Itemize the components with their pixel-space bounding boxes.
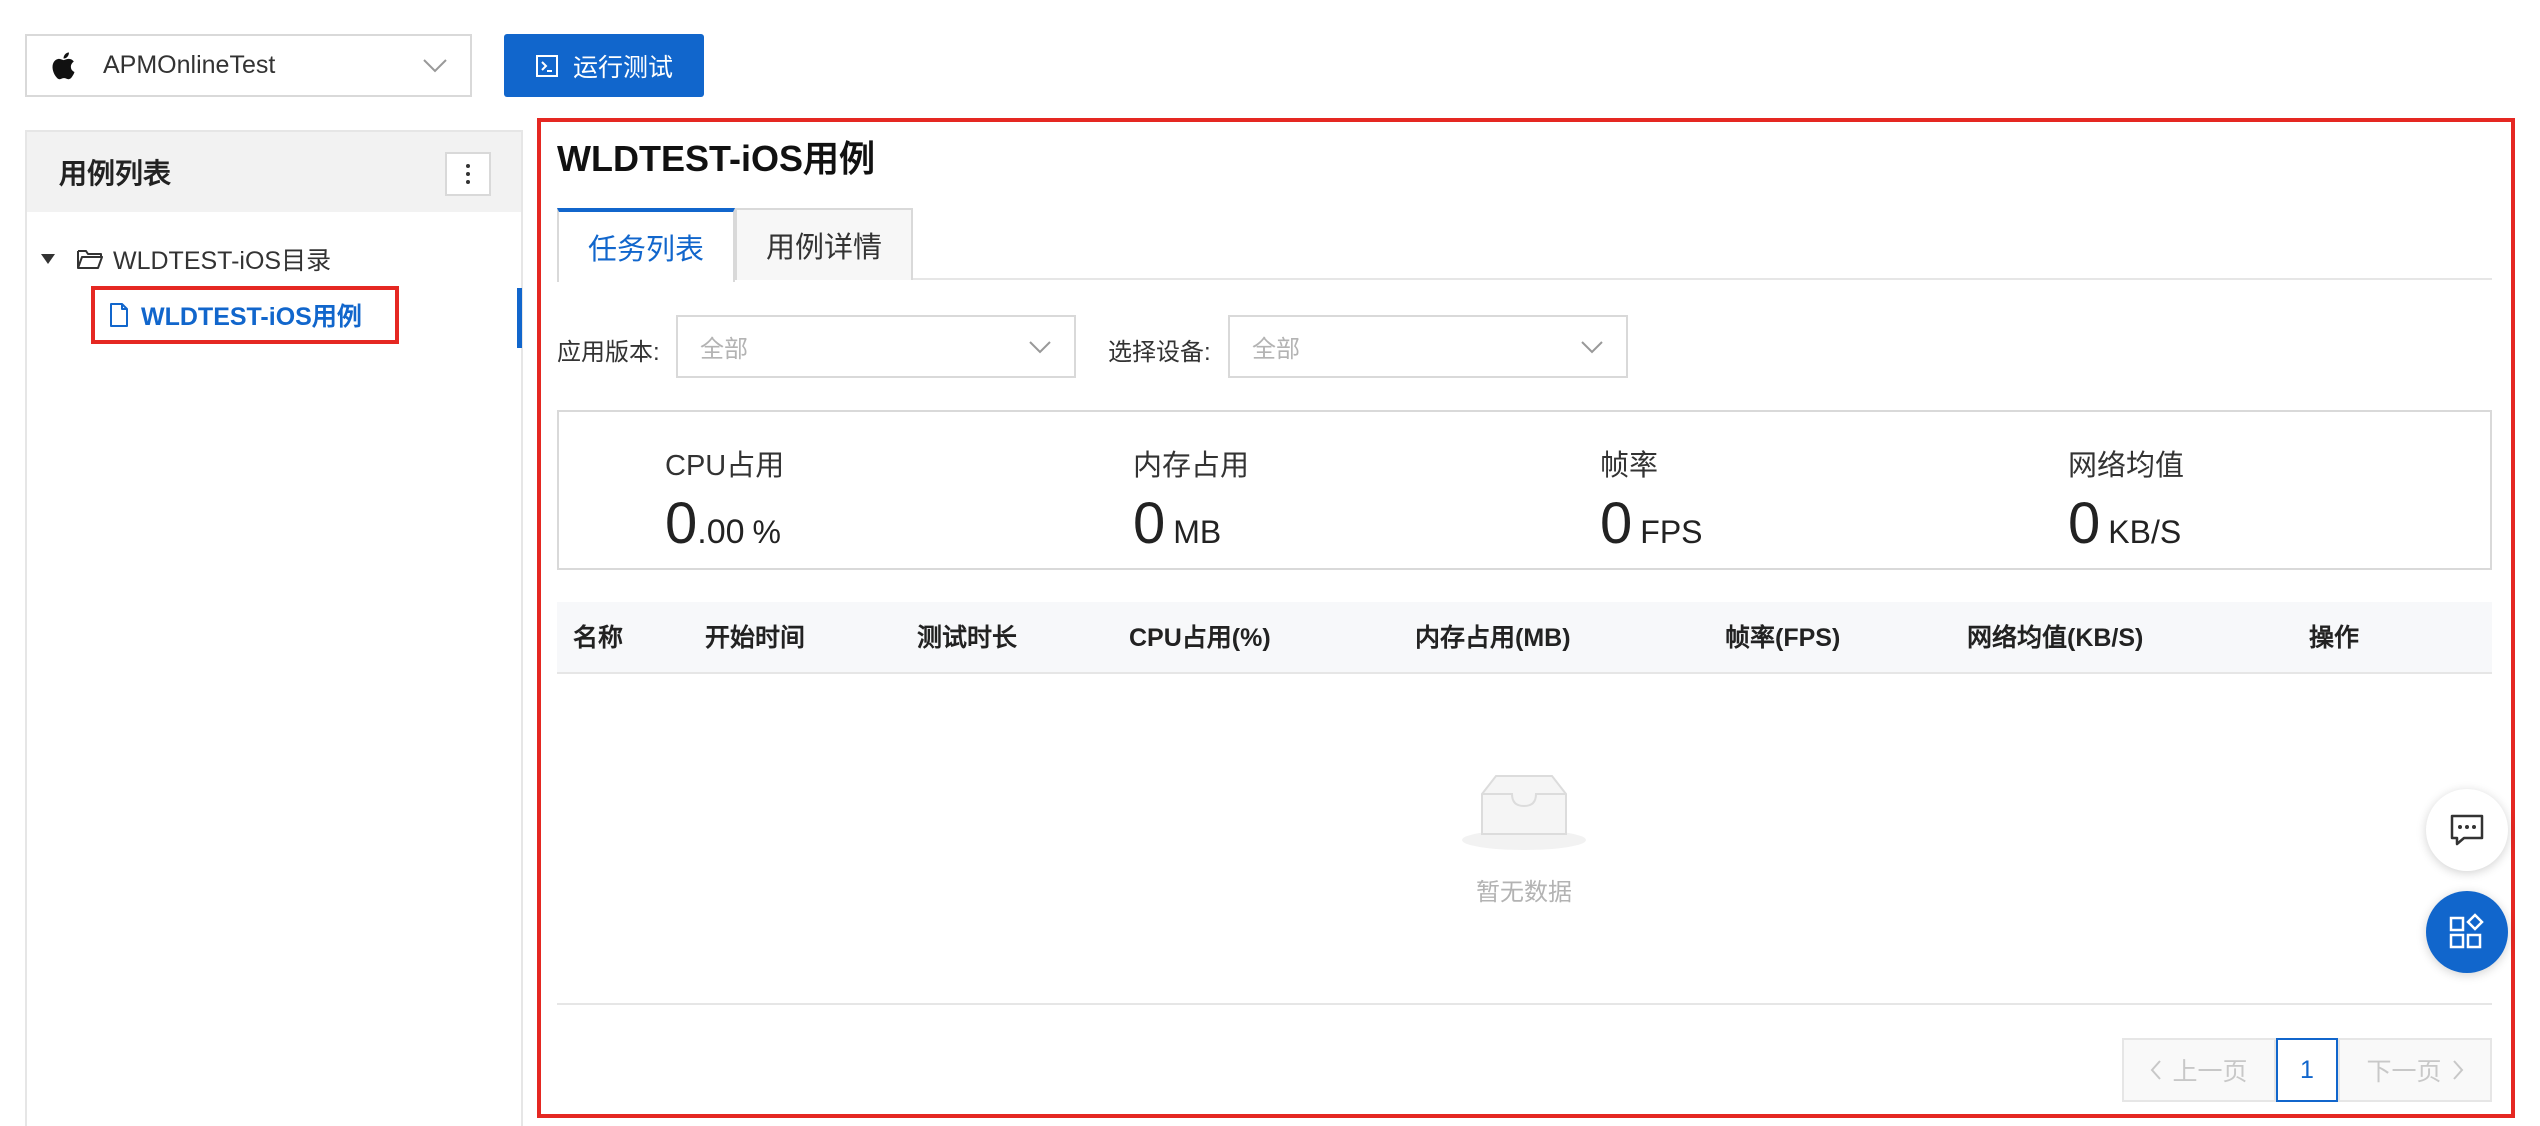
chevron-down-icon (1581, 340, 1603, 353)
run-test-button[interactable]: 运行测试 (504, 34, 704, 97)
version-select-value: 全部 (700, 336, 748, 363)
selected-indicator (517, 288, 522, 348)
device-select[interactable]: 全部 (1228, 315, 1628, 378)
column-header-fps: 帧率(FPS) (1725, 624, 1841, 652)
apps-button[interactable] (2426, 891, 2508, 973)
run-test-label: 运行测试 (572, 53, 673, 82)
stat-cpu-value: 0 (665, 491, 698, 556)
stat-cpu-unit: % (752, 514, 781, 550)
chevron-right-icon (2452, 1060, 2463, 1080)
tree-folder-label: WLDTEST-iOS目录 (113, 247, 332, 275)
tab-case-detail[interactable]: 用例详情 (735, 208, 913, 280)
prev-page-button[interactable]: 上一页 (2122, 1038, 2276, 1102)
tree-folder-item[interactable]: WLDTEST-iOS目录 (41, 239, 331, 279)
app-select[interactable]: APMOnlineTest (25, 34, 472, 97)
stat-network-value: 0 (2068, 491, 2101, 556)
stat-memory: 内存占用 0 MB (1133, 442, 1249, 557)
file-icon (110, 303, 128, 327)
version-select[interactable]: 全部 (676, 315, 1076, 378)
tree-case-item[interactable]: WLDTEST-iOS用例 (91, 286, 399, 344)
next-page-label: 下一页 (2366, 1058, 2442, 1086)
device-select-value: 全部 (1252, 336, 1300, 363)
chat-icon (2450, 814, 2484, 846)
case-list-panel: 用例列表 WLDTEST-iOS目录 WLDTEST-iOS用例 (25, 130, 523, 1126)
chat-button[interactable] (2426, 789, 2508, 871)
chevron-down-icon (1029, 340, 1051, 353)
stat-cpu-label: CPU占用 (665, 450, 785, 482)
column-header-cpu: CPU占用(%) (1129, 624, 1271, 652)
device-filter-label: 选择设备: (1108, 339, 1211, 366)
prev-page-label: 上一页 (2172, 1058, 2248, 1086)
stats-summary: CPU占用 0.00% 内存占用 0 MB 帧率 0 FPS 网络均值 0 KB/S (557, 410, 2492, 570)
stat-fps: 帧率 0 FPS (1600, 442, 1703, 557)
caret-down-icon[interactable] (41, 254, 55, 264)
apple-icon (52, 51, 75, 79)
tab-bar: 任务列表 用例详情 (557, 208, 2492, 282)
stat-network: 网络均值 0 KB/S (2068, 442, 2184, 557)
stat-network-unit: KB/S (2108, 514, 2182, 550)
empty-inbox-icon (1462, 775, 1586, 850)
tree-case-label: WLDTEST-iOS用例 (141, 303, 362, 331)
stat-network-label: 网络均值 (2068, 450, 2185, 482)
chevron-down-icon (423, 58, 447, 72)
empty-state-text: 暂无数据 (1476, 879, 1572, 906)
version-filter-label: 应用版本: (557, 339, 660, 366)
stat-fps-value: 0 (1600, 491, 1633, 556)
tab-task-list[interactable]: 任务列表 (557, 208, 735, 282)
more-vertical-icon (466, 164, 470, 184)
folder-open-icon (77, 250, 103, 269)
stat-memory-label: 内存占用 (1133, 450, 1250, 482)
stat-memory-value: 0 (1133, 491, 1166, 556)
stat-cpu-fraction: .00 (697, 513, 745, 551)
terminal-icon (535, 54, 558, 77)
stat-fps-label: 帧率 (1600, 450, 1659, 482)
column-header-actions: 操作 (2309, 624, 2360, 652)
page-title: WLDTEST-iOS用例 (557, 138, 875, 179)
case-list-header: 用例列表 (27, 132, 521, 212)
stat-fps-unit: FPS (1640, 514, 1703, 550)
case-list-title: 用例列表 (59, 158, 172, 189)
page-number-button[interactable]: 1 (2276, 1038, 2338, 1102)
column-header-network: 网络均值(KB/S) (1967, 624, 2144, 652)
app-select-value: APMOnlineTest (103, 51, 276, 79)
table-divider (557, 1003, 2492, 1005)
column-header-duration: 测试时长 (917, 624, 1018, 652)
table-header: 名称 开始时间 测试时长 CPU占用(%) 内存占用(MB) 帧率(FPS) 网… (557, 602, 2492, 674)
column-header-memory: 内存占用(MB) (1415, 624, 1571, 652)
chevron-left-icon (2151, 1060, 2162, 1080)
column-header-start-time: 开始时间 (705, 624, 806, 652)
more-options-button[interactable] (445, 152, 491, 196)
apps-icon (2449, 913, 2484, 949)
next-page-button[interactable]: 下一页 (2338, 1038, 2492, 1102)
column-header-name: 名称 (573, 624, 624, 652)
stat-cpu: CPU占用 0.00% (665, 442, 784, 557)
stat-memory-unit: MB (1173, 514, 1222, 550)
